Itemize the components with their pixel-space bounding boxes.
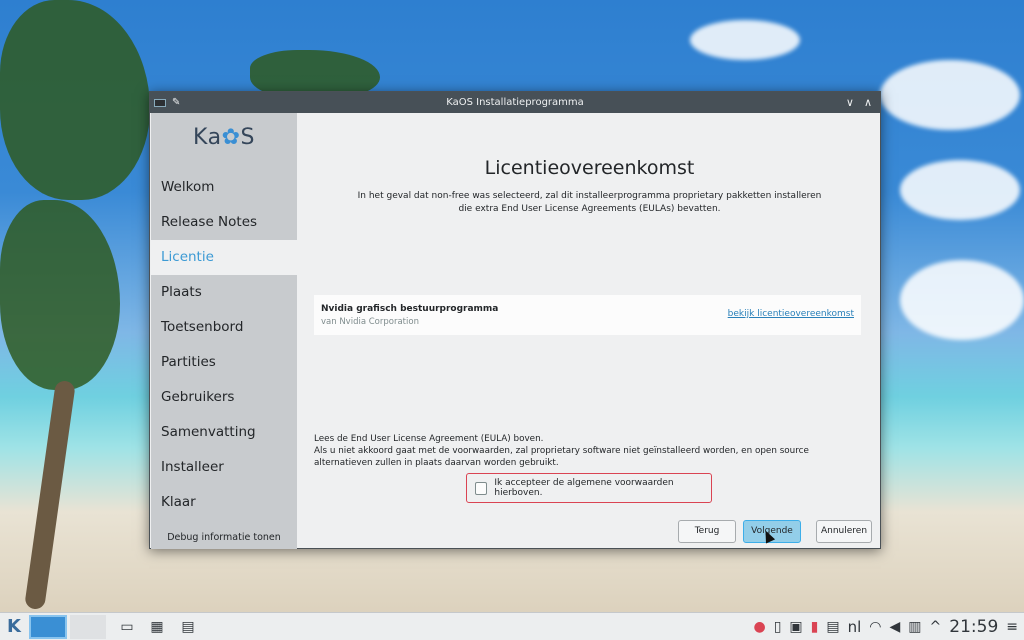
user-icon[interactable]: ● (753, 619, 765, 635)
minimize-icon[interactable]: ∨ (846, 92, 854, 113)
license-vendor: van Nvidia Corporation (321, 317, 419, 327)
network-icon[interactable]: ▥ (908, 619, 921, 635)
keyboard-layout[interactable]: nl (848, 618, 862, 636)
sidebar-item-welkom[interactable]: Welkom (151, 170, 297, 205)
license-name: Nvidia grafisch bestuurprogramma (321, 304, 499, 314)
palm-foliage (0, 0, 150, 200)
sidebar: Ka✿S Welkom Release Notes Licentie Plaat… (151, 113, 297, 549)
intro-line-2: die extra End User License Agreements (E… (458, 204, 721, 214)
expand-tray-icon[interactable]: ^ (930, 619, 942, 635)
volume-icon[interactable]: ◀ (890, 619, 901, 635)
app-grid-icon[interactable]: ▦ (147, 617, 167, 637)
installer-icon[interactable]: ▤ (178, 617, 198, 637)
desktop-pager-2[interactable] (70, 615, 106, 639)
sidebar-item-samenvatting[interactable]: Samenvatting (151, 415, 297, 450)
cloud-shape (880, 60, 1020, 130)
cancel-button[interactable]: Annuleren (816, 520, 872, 543)
clipboard-icon[interactable]: ▯ (774, 619, 782, 635)
ghost-icon[interactable]: ◠ (869, 619, 881, 635)
page-title: Licentieovereenkomst (484, 157, 695, 179)
hamburger-icon[interactable]: ≡ (1006, 619, 1018, 635)
sidebar-item-licentie[interactable]: Licentie (151, 240, 297, 275)
license-item: Nvidia grafisch bestuurprogramma van Nvi… (314, 295, 861, 335)
eula-text: Lees de End User License Agreement (EULA… (314, 433, 864, 469)
kaos-logo: Ka✿S (151, 125, 297, 150)
intro-text: In het geval dat non-free was selecteerd… (298, 190, 881, 216)
sidebar-item-toetsenbord[interactable]: Toetsenbord (151, 310, 297, 345)
back-button[interactable]: Terug (678, 520, 736, 543)
desktop-pager-1[interactable] (29, 615, 67, 639)
sidebar-item-gebruikers[interactable]: Gebruikers (151, 380, 297, 415)
window-title: KaOS Installatieprogramma (446, 97, 584, 108)
system-tray: ● ▯ ▣ ▮ ▤ nl ◠ ◀ ▥ ^ 21:59 ≡ (753, 613, 1018, 640)
clock[interactable]: 21:59 (949, 617, 998, 637)
sidebar-item-partities[interactable]: Partities (151, 345, 297, 380)
palm-foliage (0, 200, 120, 390)
sidebar-nav: Welkom Release Notes Licentie Plaats Toe… (151, 170, 297, 520)
debug-info-button[interactable]: Debug informatie tonen (151, 532, 297, 543)
app-icon[interactable] (154, 98, 166, 107)
sidebar-item-release-notes[interactable]: Release Notes (151, 205, 297, 240)
gear-icon: ✿ (221, 125, 241, 150)
palm-trunk (24, 379, 76, 611)
sidebar-item-installeer[interactable]: Installeer (151, 450, 297, 485)
title-bar[interactable]: ✎ KaOS Installatieprogramma ∨ ∧ (150, 92, 880, 113)
taskbar: K ▭ ▦ ▤ ● ▯ ▣ ▮ ▤ nl ◠ ◀ ▥ ^ 21:59 ≡ (0, 612, 1024, 640)
cloud-shape (900, 260, 1024, 340)
installer-window: ✎ KaOS Installatieprogramma ∨ ∧ Ka✿S Wel… (149, 91, 881, 549)
usb-icon[interactable]: ▣ (789, 619, 802, 635)
logo-text-prefix: Ka (193, 125, 222, 150)
printer-icon[interactable]: ▤ (826, 619, 839, 635)
license-page: Licentieovereenkomst In het geval dat no… (298, 113, 881, 549)
pin-icon[interactable]: ✎ (172, 92, 180, 113)
battery-icon[interactable]: ▮ (811, 619, 819, 635)
view-license-link[interactable]: bekijk licentieovereenkomst (728, 309, 854, 319)
file-manager-icon[interactable]: ▭ (117, 617, 137, 637)
accept-terms-checkbox[interactable] (475, 481, 488, 495)
eula-line-1: Lees de End User License Agreement (EULA… (314, 434, 544, 444)
accept-terms-label[interactable]: Ik accepteer de algemene voorwaarden hie… (494, 478, 711, 498)
cloud-shape (690, 20, 800, 60)
maximize-icon[interactable]: ∧ (864, 92, 872, 113)
kaos-launcher-icon[interactable]: K (3, 616, 25, 638)
accept-terms-row[interactable]: Ik accepteer de algemene voorwaarden hie… (466, 473, 712, 503)
sidebar-item-plaats[interactable]: Plaats (151, 275, 297, 310)
cloud-shape (900, 160, 1020, 220)
eula-line-2: Als u niet akkoord gaat met de voorwaard… (314, 446, 809, 468)
sidebar-item-klaar[interactable]: Klaar (151, 485, 297, 520)
intro-line-1: In het geval dat non-free was selecteerd… (357, 191, 822, 201)
logo-text-suffix: S (240, 125, 255, 150)
